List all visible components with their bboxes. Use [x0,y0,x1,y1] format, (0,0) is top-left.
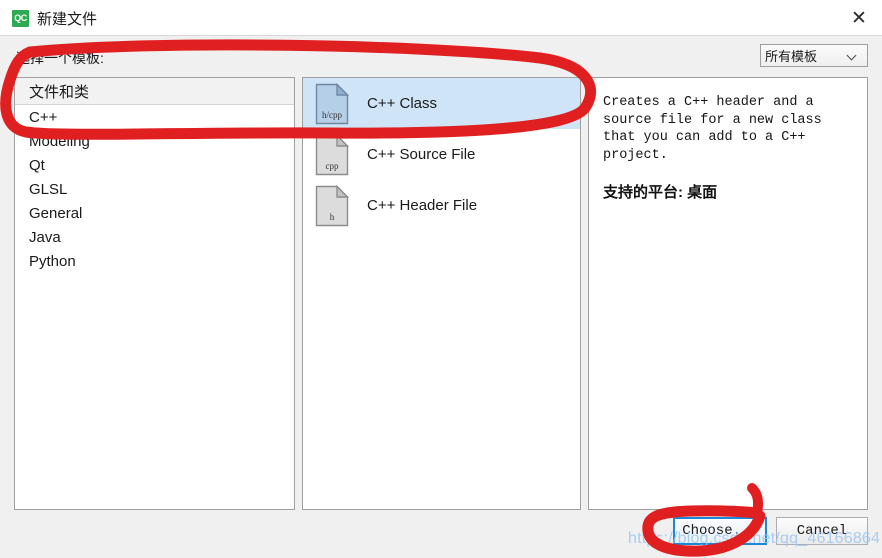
file-icon-extension-label: h/cpp [322,109,342,120]
description-supported-platform: 支持的平台: 桌面 [603,184,718,201]
description-text: Creates a C++ header and a source file f… [603,95,822,163]
category-item-modeling[interactable]: Modeling [15,129,294,153]
template-item-cpp-header-file[interactable]: h C++ Header File [303,180,580,231]
window-title: 新建文件 [37,10,98,28]
description-panel: Creates a C++ header and a source file f… [588,77,868,510]
template-list-panel[interactable]: h/cpp C++ Class cpp C++ Source File h C+… [302,77,581,510]
template-item-cpp-source-file[interactable]: cpp C++ Source File [303,129,580,180]
category-item-qt[interactable]: Qt [15,153,294,177]
template-filter-value: 所有模板 [765,49,818,64]
new-file-dialog: QC 新建文件 ✕ 选择一个模板: 所有模板 文件和类 C++ Modeling… [0,0,882,558]
template-item-label: C++ Class [367,95,438,112]
template-filter-dropdown[interactable]: 所有模板 [760,44,868,67]
category-item-cpp[interactable]: C++ [15,105,294,129]
dialog-body: 选择一个模板: 所有模板 文件和类 C++ Modeling Qt GLSL G… [0,37,882,558]
category-item-glsl[interactable]: GLSL [15,177,294,201]
category-item-general[interactable]: General [15,201,294,225]
file-icon-extension-label: h [329,211,335,222]
description-body: Creates a C++ header and a source file f… [589,78,867,202]
title-bar: QC 新建文件 ✕ [0,0,882,36]
close-icon[interactable]: ✕ [836,0,882,36]
category-item-java[interactable]: Java [15,225,294,249]
choose-button[interactable]: Choose... [673,517,767,545]
qt-creator-icon: QC [12,9,29,27]
template-item-label: C++ Header File [367,197,478,214]
template-item-label: C++ Source File [367,146,476,163]
template-item-cpp-class[interactable]: h/cpp C++ Class [303,78,580,129]
category-list-panel[interactable]: 文件和类 C++ Modeling Qt GLSL General Java P… [14,77,295,510]
file-icon: h [315,184,349,227]
file-icon: h/cpp [315,82,349,125]
chevron-down-icon [847,50,859,62]
category-group-header: 文件和类 [15,78,294,105]
category-item-python[interactable]: Python [15,249,294,273]
file-icon-extension-label: cpp [325,160,339,171]
choose-template-label: 选择一个模板: [16,50,104,66]
cancel-button[interactable]: Cancel [776,517,868,545]
title-bar-left: QC 新建文件 [12,0,97,36]
file-icon: cpp [315,133,349,176]
